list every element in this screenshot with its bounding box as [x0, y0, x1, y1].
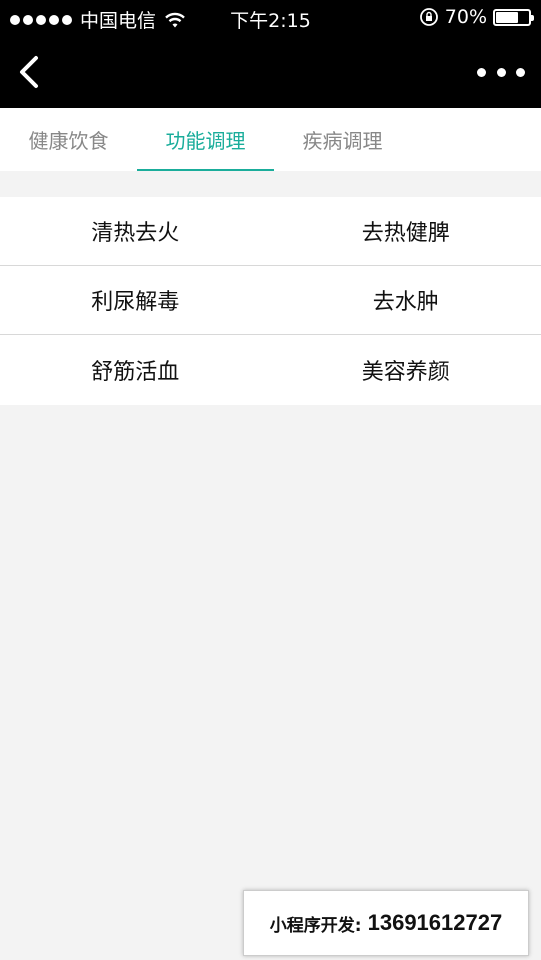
tab-bar: 健康饮食 功能调理 疾病调理 — [0, 108, 541, 171]
promo-banner[interactable]: 小程序开发: 13691612727 — [243, 890, 529, 956]
promo-label: 小程序开发: — [269, 915, 362, 936]
battery-percent: 70% — [444, 6, 487, 28]
category-item[interactable]: 去水肿 — [271, 266, 541, 334]
rotation-lock-icon — [419, 8, 438, 26]
category-grid: 清热去火 去热健脾 利尿解毒 去水肿 舒筋活血 美容养颜 — [0, 197, 541, 405]
category-row: 舒筋活血 美容养颜 — [0, 335, 541, 405]
category-item[interactable]: 利尿解毒 — [0, 266, 271, 334]
battery-icon — [493, 8, 534, 26]
category-item[interactable]: 美容养颜 — [271, 335, 541, 405]
category-row: 利尿解毒 去水肿 — [0, 266, 541, 335]
promo-phone: 13691612727 — [367, 910, 503, 935]
category-row: 清热去火 去热健脾 — [0, 197, 541, 266]
category-item[interactable]: 去热健脾 — [271, 197, 541, 265]
tab-disease-conditioning[interactable]: 疾病调理 — [274, 108, 411, 171]
more-dots-icon — [477, 67, 486, 77]
status-bar: 中国电信 下午2:15 70% — [0, 0, 541, 36]
tab-healthy-diet[interactable]: 健康饮食 — [0, 108, 137, 171]
chevron-left-icon — [20, 56, 38, 88]
back-button[interactable] — [14, 50, 54, 94]
status-right: 70% — [419, 6, 534, 28]
nav-bar — [0, 36, 541, 108]
category-item[interactable]: 舒筋活血 — [0, 335, 271, 405]
category-item[interactable]: 清热去火 — [0, 197, 271, 265]
tab-function-conditioning[interactable]: 功能调理 — [137, 108, 274, 171]
more-button[interactable] — [477, 60, 525, 84]
battery-level — [496, 11, 519, 23]
